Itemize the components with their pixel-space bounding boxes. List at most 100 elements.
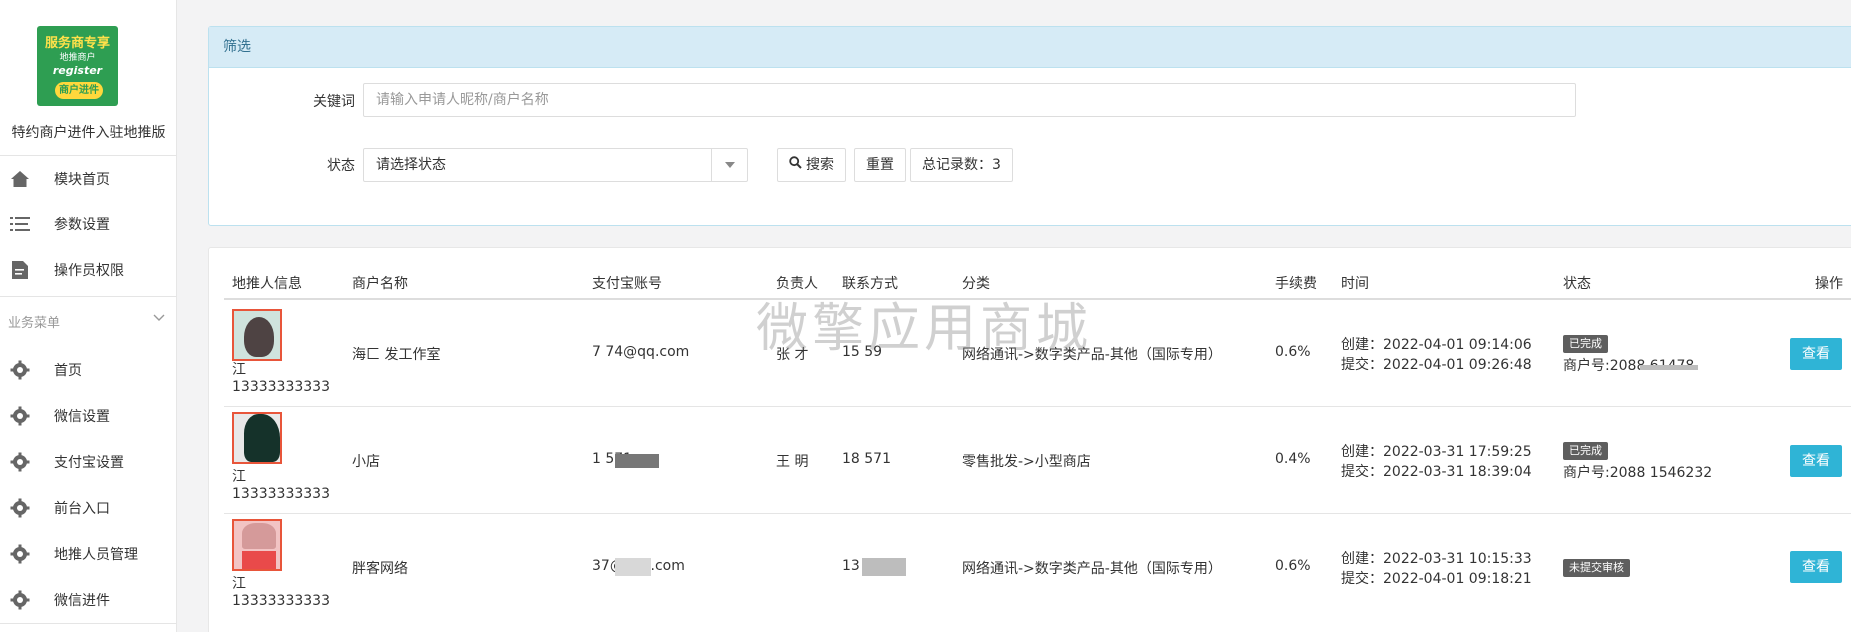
created-time: 创建：2022-03-31 10:15:33	[1341, 551, 1532, 567]
status-badge: 未提交审核	[1563, 559, 1630, 577]
merchant-name: 小店	[352, 454, 380, 470]
redaction	[615, 454, 659, 468]
view-button[interactable]: 查看	[1790, 338, 1842, 370]
promoter-phone: 13333333333	[232, 379, 330, 395]
col-header-action: 操作	[1815, 276, 1843, 292]
redaction	[615, 558, 651, 576]
sidebar-item-label: 模块首页	[54, 172, 110, 188]
col-header-merchant: 商户名称	[352, 276, 408, 292]
sidebar-item-label: 地推人员管理	[54, 547, 138, 563]
redaction	[1640, 365, 1698, 370]
submitted-time: 提交：2022-04-01 09:26:48	[1341, 357, 1532, 373]
row-divider	[224, 513, 1851, 514]
sidebar-divider	[0, 623, 177, 624]
status-badge: 已完成	[1563, 442, 1608, 460]
document-icon	[10, 260, 30, 280]
home-icon	[10, 169, 30, 189]
reset-button-label: 重置	[866, 157, 894, 173]
search-icon	[789, 149, 802, 181]
promoter-name: 江	[232, 362, 246, 378]
alipay-account: 7 74@qq.com	[592, 344, 690, 360]
sidebar-item-module-home[interactable]: 模块首页	[0, 159, 177, 199]
sidebar-item-label: 支付宝设置	[54, 455, 124, 471]
search-button[interactable]: 搜索	[777, 148, 846, 182]
logo-line1: 服务商专享	[44, 36, 110, 51]
keyword-label: 关键词	[313, 94, 355, 110]
group-title: 业务菜单	[8, 316, 61, 331]
col-header-alipay: 支付宝账号	[592, 276, 662, 292]
sidebar-item-alipay-settings[interactable]: 支付宝设置	[0, 442, 177, 482]
sidebar-item-label: 参数设置	[54, 217, 110, 233]
chevron-down-icon[interactable]	[152, 311, 166, 325]
gear-icon	[10, 406, 30, 426]
status-select-value: 请选择状态	[376, 157, 446, 173]
promoter-phone: 13333333333	[232, 486, 330, 502]
watermark: 微擎应用商城	[756, 299, 1093, 359]
merchant-name: 海匚 发工作室	[352, 347, 441, 363]
sidebar-item-promoters[interactable]: 地推人员管理	[0, 534, 177, 574]
gear-icon	[10, 544, 30, 564]
avatar	[232, 309, 282, 361]
fee: 0.6%	[1275, 344, 1311, 360]
app-title: 特约商户进件入驻地推版	[11, 125, 166, 141]
status-label: 状态	[327, 158, 355, 174]
redaction	[862, 558, 906, 576]
col-header-fee: 手续费	[1275, 276, 1317, 292]
filter-title: 筛选	[209, 27, 1851, 68]
col-header-status: 状态	[1563, 276, 1591, 292]
total-count-label: 总记录数：3	[922, 157, 1001, 173]
sidebar-item-home[interactable]: 首页	[0, 350, 177, 390]
status-badge: 已完成	[1563, 335, 1608, 353]
sidebar: 服务商专享 地推商户 register 商户进件 特约商户进件入驻地推版 模块首…	[0, 0, 177, 632]
sidebar-item-label: 前台入口	[54, 501, 110, 517]
sidebar-item-operator[interactable]: 操作员权限	[0, 250, 177, 290]
avatar	[232, 412, 282, 464]
col-header-time: 时间	[1341, 276, 1369, 292]
merchant-name: 胖客网络	[352, 561, 408, 577]
sidebar-item-label: 微信设置	[54, 409, 110, 425]
promoter-name: 江	[232, 576, 246, 592]
col-header-promoter: 地推人信息	[232, 276, 302, 292]
created-time: 创建：2022-03-31 17:59:25	[1341, 444, 1532, 460]
sidebar-item-params[interactable]: 参数设置	[0, 204, 177, 244]
search-button-label: 搜索	[806, 157, 834, 173]
caret-down-icon	[711, 149, 747, 181]
merchant-number: 商户号:2088 1546232	[1563, 465, 1713, 481]
sidebar-item-label: 微信进件	[54, 593, 110, 609]
gear-icon	[10, 498, 30, 518]
view-button[interactable]: 查看	[1790, 445, 1842, 477]
sidebar-divider	[0, 155, 177, 156]
view-button[interactable]: 查看	[1790, 551, 1842, 583]
submitted-time: 提交：2022-03-31 18:39:04	[1341, 464, 1532, 480]
promoter-phone: 13333333333	[232, 593, 330, 609]
sidebar-item-wechat-onboarding[interactable]: 微信进件	[0, 580, 177, 620]
gear-icon	[10, 452, 30, 472]
promoter-name: 江	[232, 469, 246, 485]
list-icon	[10, 214, 30, 234]
sidebar-item-label: 首页	[54, 363, 82, 379]
keyword-input[interactable]	[363, 83, 1576, 117]
filter-panel: 筛选 关键词 状态 请选择状态 搜索 重置 总记录数：3	[208, 26, 1851, 226]
category: 零售批发->小型商店	[962, 454, 1091, 470]
status-select[interactable]: 请选择状态	[363, 148, 748, 182]
contact-phone: 18 571	[842, 451, 891, 467]
row-divider	[224, 406, 1851, 407]
fee: 0.4%	[1275, 451, 1311, 467]
fee: 0.6%	[1275, 558, 1311, 574]
sidebar-item-label: 操作员权限	[54, 263, 124, 279]
sidebar-item-wechat-settings[interactable]: 微信设置	[0, 396, 177, 436]
gear-icon	[10, 590, 30, 610]
total-count: 总记录数：3	[910, 148, 1013, 182]
logo-line4: 商户进件	[55, 82, 103, 99]
sidebar-divider	[0, 296, 177, 297]
reset-button[interactable]: 重置	[854, 148, 906, 182]
gear-icon	[10, 360, 30, 380]
avatar	[232, 519, 282, 571]
logo-line3: register	[52, 64, 103, 77]
logo-line2: 地推商户	[59, 53, 96, 63]
owner-name: 王 明	[776, 454, 809, 470]
created-time: 创建：2022-04-01 09:14:06	[1341, 337, 1532, 353]
sidebar-item-frontend[interactable]: 前台入口	[0, 488, 177, 528]
submitted-time: 提交：2022-04-01 09:18:21	[1341, 571, 1532, 587]
category: 网络通讯->数字类产品-其他（国际专用）	[962, 561, 1222, 577]
